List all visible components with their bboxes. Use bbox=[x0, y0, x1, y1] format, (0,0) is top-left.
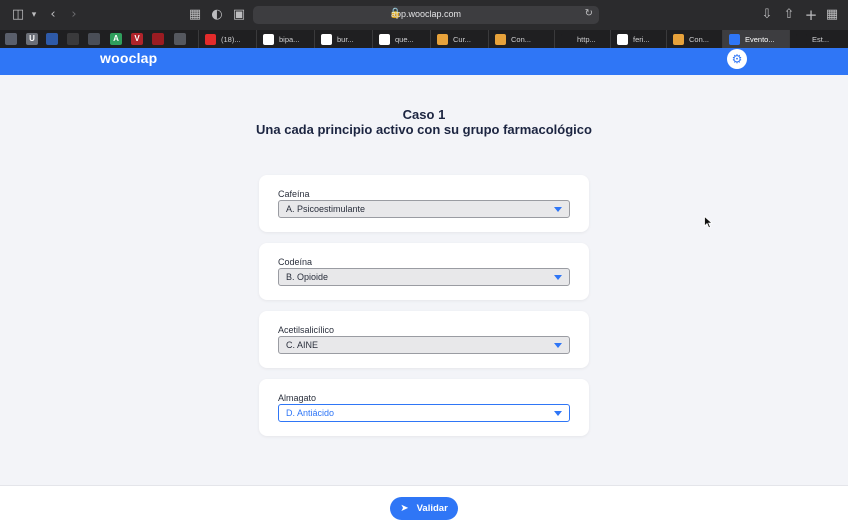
chart-icon bbox=[673, 33, 684, 45]
browser-tab[interactable]: feri... bbox=[610, 30, 666, 48]
pinned-tab-8[interactable] bbox=[152, 33, 164, 45]
app-header: wooclap ⚙ bbox=[0, 48, 848, 75]
match-select[interactable]: B. Opioide bbox=[278, 268, 570, 286]
match-card-almagato: Almagato D. Antiácido bbox=[259, 379, 589, 436]
match-label: Cafeína bbox=[278, 189, 310, 199]
chevron-right-icon[interactable]: › bbox=[66, 7, 82, 23]
plus-icon[interactable]: + bbox=[803, 7, 819, 23]
validar-button[interactable]: ➤ Validar bbox=[390, 497, 458, 520]
caret-down-icon bbox=[554, 411, 562, 416]
select-value: C. AINE bbox=[286, 340, 319, 350]
browser-tab[interactable]: Cur... bbox=[430, 30, 488, 48]
chart-icon bbox=[437, 33, 448, 45]
pinned-tab-4[interactable] bbox=[67, 33, 79, 45]
browser-tab[interactable]: Evento... bbox=[722, 30, 789, 48]
address-bar[interactable]: 🔒 app.wooclap.com ↻ bbox=[253, 6, 599, 24]
browser-tab[interactable]: que... bbox=[372, 30, 430, 48]
google-icon bbox=[263, 33, 274, 45]
pinned-tab-2[interactable]: U bbox=[26, 33, 38, 45]
tab-label: (18)... bbox=[221, 34, 241, 44]
google-icon bbox=[379, 33, 390, 45]
pinned-tab-9[interactable] bbox=[174, 33, 186, 45]
tab-label: bur... bbox=[337, 34, 354, 44]
select-value: A. Psicoestimulante bbox=[286, 204, 366, 214]
browser-tab[interactable]: bur... bbox=[314, 30, 372, 48]
mouse-cursor-icon bbox=[704, 216, 713, 229]
caret-down-icon bbox=[554, 275, 562, 280]
extension-icon[interactable]: ▦ bbox=[187, 7, 203, 23]
google-icon bbox=[321, 33, 332, 45]
tab-label: Est... bbox=[812, 34, 830, 44]
reload-icon[interactable]: ↻ bbox=[585, 8, 593, 19]
pinned-tab-5[interactable] bbox=[88, 33, 100, 45]
tab-label: Cur... bbox=[453, 34, 471, 44]
match-select[interactable]: D. Antiácido bbox=[278, 404, 570, 422]
pinned-tab-1[interactable] bbox=[5, 33, 17, 45]
match-select[interactable]: A. Psicoestimulante bbox=[278, 200, 570, 218]
pinned-tab-6[interactable]: A bbox=[110, 33, 122, 45]
wooclap-logo[interactable]: wooclap bbox=[100, 50, 157, 66]
footer-bar: ➤ Validar bbox=[0, 485, 848, 530]
url-text: app.wooclap.com bbox=[390, 9, 462, 19]
match-card-acetilsalicilico: Acetilsalicílico C. AINE bbox=[259, 311, 589, 368]
question-subtitle: Una cada principio activo con su grupo f… bbox=[256, 122, 592, 137]
grid-icon[interactable]: ▦ bbox=[824, 7, 840, 23]
match-label: Acetilsalicílico bbox=[278, 325, 335, 335]
tab-label: Con... bbox=[511, 34, 532, 44]
tab-label: Evento... bbox=[745, 34, 775, 44]
tab-label: Con... bbox=[689, 34, 710, 44]
browser-tab[interactable]: Con... bbox=[488, 30, 554, 48]
google-icon bbox=[617, 33, 628, 45]
chevron-down-icon[interactable]: ▾ bbox=[26, 7, 42, 23]
paper-plane-icon: ➤ bbox=[400, 503, 409, 514]
match-card-codeina: Codeína B. Opioide bbox=[259, 243, 589, 300]
bb-icon bbox=[561, 33, 572, 45]
tab-strip: U AV (18)... bipa... bur... que... Cur... Con.… bbox=[0, 30, 848, 48]
browser-tab[interactable]: (18)... bbox=[198, 30, 256, 48]
pinned-tab-7[interactable]: V bbox=[131, 33, 143, 45]
browser-tab[interactable]: bipa... bbox=[256, 30, 314, 48]
pinned-tab-3[interactable] bbox=[46, 33, 58, 45]
match-select[interactable]: C. AINE bbox=[278, 336, 570, 354]
chart-icon bbox=[495, 33, 506, 45]
question-title: Caso 1 bbox=[402, 107, 446, 122]
sidebar-icon[interactable]: ◫ bbox=[10, 7, 26, 23]
wooclap-icon bbox=[729, 33, 740, 45]
tab-label: feri... bbox=[633, 34, 650, 44]
chevron-left-icon[interactable]: ‹ bbox=[45, 7, 61, 23]
caret-down-icon bbox=[554, 207, 562, 212]
youtube-icon bbox=[205, 33, 216, 45]
tab-label: que... bbox=[395, 34, 414, 44]
extension-icon-2[interactable]: ▣ bbox=[231, 7, 247, 23]
tab-label: bipa... bbox=[279, 34, 300, 44]
match-label: Almagato bbox=[278, 393, 317, 403]
shield-icon[interactable]: ◐ bbox=[209, 7, 225, 23]
browser-tab[interactable]: Con... bbox=[666, 30, 722, 48]
browser-tab[interactable]: http... bbox=[554, 30, 610, 48]
settings-button[interactable]: ⚙ bbox=[727, 49, 747, 69]
download-icon[interactable]: ⇩ bbox=[759, 7, 775, 23]
share-icon[interactable]: ⇧ bbox=[781, 7, 797, 23]
browser-tab[interactable]: Est... bbox=[789, 30, 848, 48]
blank-page-icon bbox=[796, 33, 807, 45]
validar-label: Validar bbox=[416, 503, 448, 514]
select-value: B. Opioide bbox=[286, 272, 329, 282]
caret-down-icon bbox=[554, 343, 562, 348]
select-value: D. Antiácido bbox=[286, 408, 335, 418]
match-card-cafeina: Cafeína A. Psicoestimulante bbox=[259, 175, 589, 232]
browser-toolbar: ◫ ▾ ‹ › ▦ ◐ ▣ 🔒 app.wooclap.com ↻ ⇩ ⇧ + … bbox=[0, 0, 848, 30]
match-label: Codeína bbox=[278, 257, 313, 267]
gear-icon: ⚙ bbox=[731, 52, 743, 66]
tab-label: http... bbox=[577, 34, 596, 44]
